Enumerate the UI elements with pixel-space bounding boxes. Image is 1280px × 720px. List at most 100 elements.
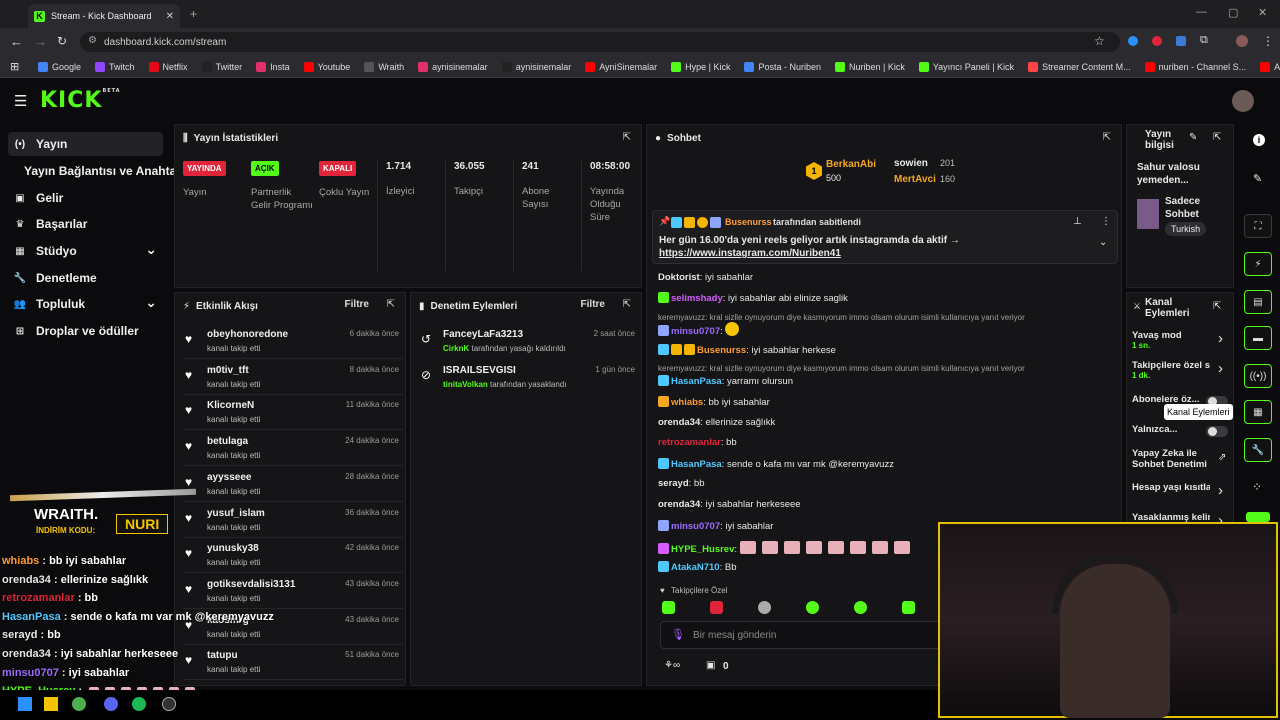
list-item[interactable]: ♥ m0tiv_tft kanalı takip etti 8 dakika önce [183, 361, 403, 395]
emote-4[interactable] [806, 601, 819, 614]
maximize-icon[interactable]: ▢ [1228, 6, 1238, 19]
mic-icon[interactable]: 🎙 [671, 628, 685, 641]
list-item[interactable]: ↺ FanceyLaFa3213 CirknK tarafından yasağı … [419, 325, 639, 359]
chat-button[interactable]: ▬ [1244, 326, 1272, 350]
channel-actions-button[interactable]: ▦ [1244, 400, 1272, 424]
close-window-icon[interactable]: ✕ [1258, 6, 1267, 19]
expand-icon[interactable]: ⇱ [387, 299, 395, 310]
bookmark-item[interactable]: Posta - Nuriben [744, 61, 821, 72]
url-field[interactable]: dashboard.kick.com/stream [80, 32, 1120, 52]
quick-action-button[interactable]: ⚡ [1244, 252, 1272, 276]
channel-action-item[interactable]: Takipçilere özel s1 dk. › [1132, 360, 1228, 388]
chevron-down-icon[interactable]: ⌄ [1099, 237, 1107, 248]
emote-1[interactable] [662, 601, 675, 614]
chat-message[interactable]: minsu0707: iyi sabahlar [658, 520, 773, 532]
extensions-puzzle-icon[interactable]: ⧉ [1200, 34, 1208, 47]
chat-message[interactable]: AtakaN710: Bb [658, 561, 737, 573]
site-info-icon[interactable]: ⚙ [88, 35, 97, 46]
emote-6[interactable] [902, 601, 915, 614]
extension-icon-2[interactable] [1152, 36, 1162, 46]
notes-button[interactable]: ▤ [1244, 290, 1272, 314]
close-tab-icon[interactable]: ✕ [166, 11, 174, 22]
leader-2-name[interactable]: sowien [894, 158, 928, 169]
unpin-icon[interactable]: ⊥ [1073, 216, 1082, 227]
chat-username[interactable]: minsu0707 [671, 521, 720, 532]
leader-1-name[interactable]: BerkanAbi [826, 159, 876, 170]
chat-message[interactable]: orenda34: iyi sabahlar herkeseee [658, 499, 801, 510]
bookmark-item[interactable]: Wraith [364, 61, 404, 72]
chat-message[interactable]: Doktorist: iyi sabahlar [658, 272, 753, 283]
back-icon[interactable]: ← [10, 34, 23, 49]
expand-icon[interactable]: ⇱ [623, 299, 631, 310]
sidebar-item-3[interactable]: ♛ Başarılar [8, 212, 163, 236]
chevron-down-icon[interactable]: ⌄ [145, 241, 157, 258]
sidebar-item-0[interactable]: (•) Yayın [8, 132, 163, 156]
chrome-icon[interactable] [72, 697, 86, 711]
bookmark-item[interactable]: Google [38, 61, 81, 72]
chat-username[interactable]: whiabs [671, 397, 703, 408]
expand-icon[interactable]: ⇱ [1213, 132, 1221, 143]
list-item[interactable]: ♥ obeyhonoredone kanalı takip etti 6 dakika… [183, 325, 403, 359]
browser-menu-icon[interactable]: ⋮ [1262, 34, 1274, 48]
chat-input[interactable]: 🎙 Bir mesaj gönderin [660, 621, 950, 649]
list-item[interactable]: ♥ ayysseee kanalı takip etti 28 dakika önce [183, 468, 403, 502]
bookmark-item[interactable]: AyniSinemalar [585, 61, 657, 72]
chevron-right-icon[interactable]: › [1218, 330, 1223, 347]
moderation-filter-button[interactable]: Filtre [581, 299, 605, 310]
bookmark-item[interactable]: Aynı Sinemalar - Ça... [1260, 61, 1280, 72]
chat-username[interactable]: minsu0707 [671, 326, 720, 337]
grid-dots-icon[interactable]: ⁘ [1252, 480, 1262, 494]
bookmark-item[interactable]: aynisinemalar [418, 61, 488, 72]
more-options-icon[interactable]: ⋮ [1101, 216, 1111, 227]
list-item[interactable]: ♥ yusuf_islam kanalı takip etti 36 dakika ö… [183, 504, 403, 538]
chat-username[interactable]: serayd [658, 478, 689, 489]
obs-icon[interactable] [162, 697, 176, 711]
pinned-message[interactable]: 📌 Busenurss tarafından sabitlendi Her gü… [652, 210, 1118, 264]
chat-message[interactable]: minsu0707: [658, 322, 741, 337]
expand-icon[interactable]: ⇱ [1103, 132, 1111, 143]
fullscreen-button[interactable]: ⛶ [1244, 214, 1272, 238]
emote-2[interactable] [710, 601, 723, 614]
sidebar-item-4[interactable]: ▦ Stüdyo ⌄ [8, 239, 163, 263]
reload-icon[interactable]: ↻ [57, 34, 67, 48]
windows-start-icon[interactable] [18, 697, 32, 711]
chat-message[interactable]: HasanPasa: yarramı olursun [658, 375, 793, 387]
extension-icon-3[interactable] [1176, 36, 1186, 46]
emote-5[interactable] [854, 601, 867, 614]
bookmark-item[interactable]: Streamer Content M... [1028, 61, 1131, 72]
bookmark-item[interactable]: Twitter [201, 61, 242, 72]
list-item[interactable]: ⊘ ISRAILSEVGISI tinitaVolkan tarafından ya… [419, 361, 639, 395]
browser-tab[interactable]: K Stream - Kick Dashboard ✕ [28, 4, 180, 28]
chat-username[interactable]: HYPE_Husrev [671, 544, 734, 555]
bookmark-item[interactable]: Hype | Kick [671, 61, 730, 72]
user-avatar[interactable] [1232, 90, 1254, 112]
bookmark-item[interactable]: Youtube [303, 61, 350, 72]
channel-action-item[interactable]: Hesap yaşı kısıtla › [1132, 482, 1228, 510]
profile-icon[interactable] [1236, 35, 1248, 47]
bookmark-star-icon[interactable]: ☆ [1094, 34, 1105, 48]
chat-username[interactable]: HasanPasa [671, 376, 722, 387]
sidebar-item-5[interactable]: 🔧 Denetleme [8, 266, 163, 290]
chat-username[interactable]: retrozamanlar [658, 437, 721, 448]
activity-filter-button[interactable]: Filtre [345, 299, 369, 310]
list-item[interactable]: ♥ gotiksevdalisi3131 kanalı takip etti 43 d… [183, 575, 403, 609]
chat-username[interactable]: Doktorist [658, 272, 700, 283]
bookmark-item[interactable]: Twitch [95, 61, 135, 72]
pinned-link[interactable]: https://www.instagram.com/Nuriben41 [659, 248, 841, 259]
list-item[interactable]: ♥ KlicorneN kanalı takip etti 11 dakika önc… [183, 396, 403, 431]
chat-message[interactable]: HasanPasa: sende o kafa mı var mk @kerem… [658, 458, 894, 470]
toggle-switch[interactable] [1206, 426, 1228, 437]
bookmark-item[interactable]: aynisinemalar [501, 61, 571, 72]
chat-message[interactable]: serayd: bb [658, 478, 705, 489]
bookmark-item[interactable]: Yayıncı Paneli | Kick [918, 61, 1014, 72]
wrench-button[interactable]: 🔧 [1244, 438, 1272, 462]
green-action-icon[interactable] [1246, 512, 1270, 522]
sidebar-item-7[interactable]: ⊞ Droplar ve ödüller [8, 319, 163, 343]
sidebar-item-1[interactable]: Yayın Bağlantısı ve Anahtarı [8, 159, 184, 183]
leader-3-name[interactable]: MertAvci [894, 174, 936, 185]
list-item[interactable]: ♥ tatupu kanalı takip etti 51 dakika önce [183, 646, 403, 681]
chevron-down-icon[interactable]: ⌄ [145, 294, 157, 311]
chat-message[interactable]: HYPE_Husrev: [658, 541, 916, 555]
bookmark-item[interactable]: Netflix [148, 61, 188, 72]
chat-username[interactable]: HasanPasa [671, 459, 722, 470]
